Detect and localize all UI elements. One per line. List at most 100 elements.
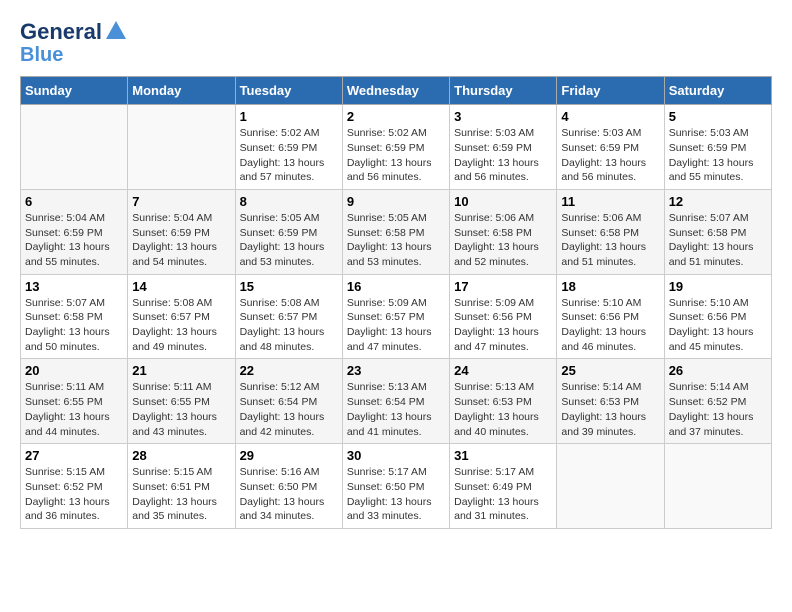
calendar-cell: 25 Sunrise: 5:14 AMSunset: 6:53 PMDayligh… [557, 359, 664, 444]
calendar-cell: 31 Sunrise: 5:17 AMSunset: 6:49 PMDayligh… [450, 444, 557, 529]
calendar-cell: 20 Sunrise: 5:11 AMSunset: 6:55 PMDayligh… [21, 359, 128, 444]
calendar-cell: 11 Sunrise: 5:06 AMSunset: 6:58 PMDayligh… [557, 189, 664, 274]
day-number: 8 [240, 194, 338, 209]
day-info: Sunrise: 5:14 AMSunset: 6:53 PMDaylight:… [561, 380, 659, 439]
day-number: 23 [347, 363, 445, 378]
day-number: 3 [454, 109, 552, 124]
day-number: 21 [132, 363, 230, 378]
header-monday: Monday [128, 77, 235, 105]
day-info: Sunrise: 5:17 AMSunset: 6:50 PMDaylight:… [347, 465, 445, 524]
calendar-table: SundayMondayTuesdayWednesdayThursdayFrid… [20, 76, 772, 529]
calendar-cell: 14Sunrise: 5:08 AMSunset: 6:57 PMDayligh… [128, 274, 235, 359]
day-info: Sunrise: 5:10 AMSunset: 6:56 PMDaylight:… [669, 296, 767, 355]
header-wednesday: Wednesday [342, 77, 449, 105]
day-number: 18 [561, 279, 659, 294]
page-header: General Blue [20, 20, 772, 66]
calendar-cell [557, 444, 664, 529]
day-info: Sunrise: 5:06 AMSunset: 6:58 PMDaylight:… [454, 211, 552, 270]
day-info: Sunrise: 5:11 AMSunset: 6:55 PMDaylight:… [132, 380, 230, 439]
header-saturday: Saturday [664, 77, 771, 105]
logo-blue: Blue [20, 44, 63, 66]
day-info: Sunrise: 5:14 AMSunset: 6:52 PMDaylight:… [669, 380, 767, 439]
logo-general: General [20, 20, 102, 44]
day-info: Sunrise: 5:04 AMSunset: 6:59 PMDaylight:… [25, 211, 123, 270]
day-info: Sunrise: 5:04 AMSunset: 6:59 PMDaylight:… [132, 211, 230, 270]
day-number: 24 [454, 363, 552, 378]
day-info: Sunrise: 5:09 AMSunset: 6:57 PMDaylight:… [347, 296, 445, 355]
calendar-cell [664, 444, 771, 529]
day-number: 22 [240, 363, 338, 378]
day-number: 11 [561, 194, 659, 209]
calendar-cell: 16Sunrise: 5:09 AMSunset: 6:57 PMDayligh… [342, 274, 449, 359]
day-number: 9 [347, 194, 445, 209]
day-number: 30 [347, 448, 445, 463]
calendar-cell: 27Sunrise: 5:15 AMSunset: 6:52 PMDayligh… [21, 444, 128, 529]
day-info: Sunrise: 5:03 AMSunset: 6:59 PMDaylight:… [454, 126, 552, 185]
day-number: 28 [132, 448, 230, 463]
day-number: 17 [454, 279, 552, 294]
calendar-header-row: SundayMondayTuesdayWednesdayThursdayFrid… [21, 77, 772, 105]
day-number: 12 [669, 194, 767, 209]
day-number: 19 [669, 279, 767, 294]
calendar-cell: 17 Sunrise: 5:09 AMSunset: 6:56 PMDayligh… [450, 274, 557, 359]
day-info: Sunrise: 5:08 AMSunset: 6:57 PMDaylight:… [132, 296, 230, 355]
calendar-cell: 26 Sunrise: 5:14 AMSunset: 6:52 PMDayligh… [664, 359, 771, 444]
day-info: Sunrise: 5:09 AMSunset: 6:56 PMDaylight:… [454, 296, 552, 355]
calendar-cell: 19 Sunrise: 5:10 AMSunset: 6:56 PMDayligh… [664, 274, 771, 359]
day-info: Sunrise: 5:08 AMSunset: 6:57 PMDaylight:… [240, 296, 338, 355]
day-number: 1 [240, 109, 338, 124]
day-info: Sunrise: 5:15 AMSunset: 6:51 PMDaylight:… [132, 465, 230, 524]
day-number: 5 [669, 109, 767, 124]
calendar-cell: 24Sunrise: 5:13 AMSunset: 6:53 PMDayligh… [450, 359, 557, 444]
day-number: 7 [132, 194, 230, 209]
day-info: Sunrise: 5:15 AMSunset: 6:52 PMDaylight:… [25, 465, 123, 524]
calendar-cell: 22Sunrise: 5:12 AMSunset: 6:54 PMDayligh… [235, 359, 342, 444]
day-info: Sunrise: 5:02 AMSunset: 6:59 PMDaylight:… [347, 126, 445, 185]
calendar-cell: 8 Sunrise: 5:05 AMSunset: 6:59 PMDaylight… [235, 189, 342, 274]
calendar-cell [21, 105, 128, 190]
day-info: Sunrise: 5:10 AMSunset: 6:56 PMDaylight:… [561, 296, 659, 355]
calendar-week-1: 1 Sunrise: 5:02 AMSunset: 6:59 PMDaylight… [21, 105, 772, 190]
calendar-cell: 2 Sunrise: 5:02 AMSunset: 6:59 PMDaylight… [342, 105, 449, 190]
day-info: Sunrise: 5:05 AMSunset: 6:58 PMDaylight:… [347, 211, 445, 270]
logo-icon [106, 21, 126, 39]
calendar-cell [128, 105, 235, 190]
calendar-cell: 12 Sunrise: 5:07 AMSunset: 6:58 PMDayligh… [664, 189, 771, 274]
day-info: Sunrise: 5:02 AMSunset: 6:59 PMDaylight:… [240, 126, 338, 185]
day-number: 26 [669, 363, 767, 378]
calendar-cell: 13Sunrise: 5:07 AMSunset: 6:58 PMDayligh… [21, 274, 128, 359]
logo: General Blue [20, 20, 126, 66]
calendar-week-3: 13Sunrise: 5:07 AMSunset: 6:58 PMDayligh… [21, 274, 772, 359]
day-info: Sunrise: 5:07 AMSunset: 6:58 PMDaylight:… [25, 296, 123, 355]
day-info: Sunrise: 5:03 AMSunset: 6:59 PMDaylight:… [561, 126, 659, 185]
day-number: 29 [240, 448, 338, 463]
day-info: Sunrise: 5:06 AMSunset: 6:58 PMDaylight:… [561, 211, 659, 270]
calendar-cell: 5 Sunrise: 5:03 AMSunset: 6:59 PMDaylight… [664, 105, 771, 190]
calendar-cell: 18 Sunrise: 5:10 AMSunset: 6:56 PMDayligh… [557, 274, 664, 359]
calendar-week-2: 6 Sunrise: 5:04 AMSunset: 6:59 PMDaylight… [21, 189, 772, 274]
day-number: 25 [561, 363, 659, 378]
calendar-cell: 23Sunrise: 5:13 AMSunset: 6:54 PMDayligh… [342, 359, 449, 444]
day-number: 6 [25, 194, 123, 209]
day-number: 31 [454, 448, 552, 463]
day-number: 4 [561, 109, 659, 124]
calendar-cell: 21 Sunrise: 5:11 AMSunset: 6:55 PMDayligh… [128, 359, 235, 444]
day-number: 2 [347, 109, 445, 124]
day-number: 15 [240, 279, 338, 294]
day-number: 20 [25, 363, 123, 378]
header-sunday: Sunday [21, 77, 128, 105]
calendar-cell: 6 Sunrise: 5:04 AMSunset: 6:59 PMDaylight… [21, 189, 128, 274]
day-info: Sunrise: 5:11 AMSunset: 6:55 PMDaylight:… [25, 380, 123, 439]
day-info: Sunrise: 5:17 AMSunset: 6:49 PMDaylight:… [454, 465, 552, 524]
calendar-week-4: 20 Sunrise: 5:11 AMSunset: 6:55 PMDayligh… [21, 359, 772, 444]
day-info: Sunrise: 5:05 AMSunset: 6:59 PMDaylight:… [240, 211, 338, 270]
header-friday: Friday [557, 77, 664, 105]
calendar-cell: 29 Sunrise: 5:16 AMSunset: 6:50 PMDayligh… [235, 444, 342, 529]
calendar-cell: 15 Sunrise: 5:08 AMSunset: 6:57 PMDayligh… [235, 274, 342, 359]
day-number: 10 [454, 194, 552, 209]
day-info: Sunrise: 5:16 AMSunset: 6:50 PMDaylight:… [240, 465, 338, 524]
day-info: Sunrise: 5:03 AMSunset: 6:59 PMDaylight:… [669, 126, 767, 185]
day-info: Sunrise: 5:07 AMSunset: 6:58 PMDaylight:… [669, 211, 767, 270]
calendar-cell: 9 Sunrise: 5:05 AMSunset: 6:58 PMDaylight… [342, 189, 449, 274]
calendar-cell: 4 Sunrise: 5:03 AMSunset: 6:59 PMDaylight… [557, 105, 664, 190]
